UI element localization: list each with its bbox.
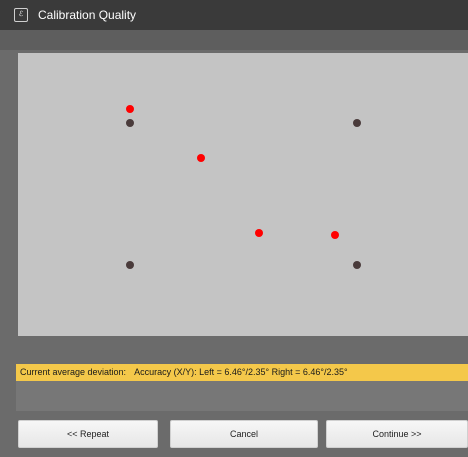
gaze-point: [126, 105, 134, 113]
gaze-point: [255, 229, 263, 237]
gaze-point: [331, 231, 339, 239]
lower-panel: [16, 381, 468, 411]
cancel-button[interactable]: Cancel: [170, 420, 318, 448]
title-bar: ℰ Calibration Quality: [0, 0, 468, 30]
calibration-plot: [126, 105, 361, 269]
calibration-plot-area: [18, 53, 468, 336]
window-title: Calibration Quality: [38, 8, 137, 22]
deviation-status-bar: Current average deviation: Accuracy (X/Y)…: [16, 364, 468, 381]
continue-button[interactable]: Continue >>: [326, 420, 468, 448]
header-band: [0, 30, 468, 50]
status-label: Current average deviation:: [20, 367, 127, 377]
gaze-point: [197, 154, 205, 162]
target-point: [353, 119, 361, 127]
repeat-button[interactable]: << Repeat: [18, 420, 158, 448]
target-point: [126, 119, 134, 127]
target-point: [126, 261, 134, 269]
app-logo-icon: ℰ: [14, 8, 28, 22]
target-point: [353, 261, 361, 269]
status-text: Accuracy (X/Y): Left = 6.46°/2.35° Right…: [134, 367, 348, 377]
